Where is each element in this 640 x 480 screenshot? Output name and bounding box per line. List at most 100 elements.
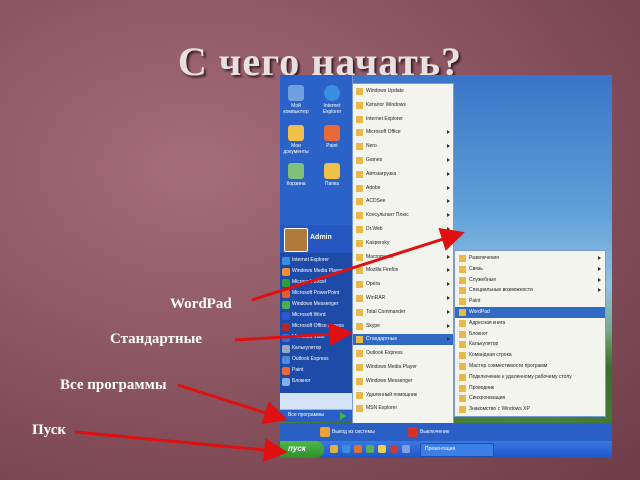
quicklaunch-icon[interactable]	[354, 445, 362, 453]
program-item-label: Стандартные	[366, 336, 398, 343]
program-item[interactable]: Консультант Плюс	[353, 210, 453, 221]
pinned-item-label: Microsoft Visio	[292, 334, 325, 340]
accessory-item[interactable]: Paint	[455, 296, 605, 307]
pinned-item-label: Microsoft Word	[292, 312, 326, 318]
program-item[interactable]: Автозагрузка	[353, 169, 453, 180]
desktop-icon-label: Папка	[324, 181, 340, 187]
pinned-item[interactable]: Microsoft Visio	[282, 332, 350, 343]
accessory-icon	[459, 255, 466, 262]
program-item[interactable]: Total Commander	[353, 307, 453, 318]
program-item[interactable]: ACDSee	[353, 196, 453, 207]
pinned-item[interactable]: Microsoft Word	[282, 310, 350, 321]
desktop-icon-label: Мои документы	[283, 143, 309, 155]
pinned-item[interactable]: Paint	[282, 365, 350, 376]
pinned-item[interactable]: Блокнот	[282, 376, 350, 387]
program-item[interactable]: WinRAR	[353, 293, 453, 304]
user-tile[interactable]: Admin	[280, 225, 352, 253]
all-programs-button[interactable]: Все программы	[280, 409, 352, 422]
accessory-item-label: Подключение к удаленному рабочему столу	[469, 373, 572, 380]
logoff-button[interactable]: Выход из системы	[320, 427, 382, 438]
program-folder-icon	[356, 253, 363, 261]
chevron-right-icon	[598, 266, 601, 271]
pinned-item[interactable]: Microsoft Excel	[282, 277, 350, 288]
accessory-item[interactable]: WordPad	[455, 307, 605, 318]
paint-icon[interactable]	[324, 125, 340, 141]
accessory-item[interactable]: Адресная книга	[455, 318, 605, 329]
program-item[interactable]: Каталог Windows	[353, 100, 453, 111]
accessory-icon	[459, 319, 466, 327]
accessory-item-label: WordPad	[469, 309, 490, 315]
program-item[interactable]: Macromedia	[353, 252, 453, 263]
logoff-bar: Выход из системы Выключение	[280, 423, 612, 441]
program-folder-icon	[356, 281, 363, 289]
program-item[interactable]: Kaspersky	[353, 238, 453, 249]
pinned-item[interactable]: Internet Explorer	[282, 255, 350, 266]
program-item[interactable]: Nero	[353, 141, 453, 152]
program-item[interactable]: Windows Media Player	[353, 362, 453, 373]
program-item[interactable]: Microsoft Office	[353, 127, 453, 138]
accessory-item[interactable]: Связь	[455, 264, 605, 275]
accessory-item[interactable]: Служебные	[455, 275, 605, 286]
ie-icon[interactable]	[324, 85, 340, 101]
chevron-right-icon	[447, 171, 450, 176]
accessory-item[interactable]: Знакомство с Windows XP	[455, 404, 605, 415]
computer-icon[interactable]	[288, 85, 304, 101]
program-item-label: Windows Messenger	[366, 377, 413, 384]
program-item-label: Nero	[366, 143, 377, 150]
pinned-item[interactable]: Windows Messenger	[282, 299, 350, 310]
accessory-item[interactable]: Командная строка	[455, 350, 605, 361]
folder-icon[interactable]	[324, 163, 340, 179]
chevron-right-icon	[447, 158, 450, 162]
accessory-item[interactable]: Подключение к удаленному рабочему столу	[455, 372, 605, 383]
quicklaunch-icon[interactable]	[330, 445, 338, 453]
chevron-right-icon	[598, 277, 601, 282]
program-item[interactable]: Opera	[353, 279, 453, 290]
program-item[interactable]: Dr.Web	[353, 224, 453, 235]
accessory-item[interactable]: Специальные возможности	[455, 285, 605, 296]
pinned-item[interactable]: Outlook Express	[282, 354, 350, 365]
shutdown-button[interactable]: Выключение	[408, 427, 468, 438]
program-item[interactable]: MSN Explorer	[353, 403, 453, 414]
taskbar-item[interactable]: Презентация	[420, 443, 494, 457]
accessory-item[interactable]: Развлечения	[455, 253, 605, 264]
pinned-item[interactable]: Калькулятор	[282, 343, 350, 354]
program-item[interactable]: Games	[353, 155, 453, 166]
chevron-right-icon	[447, 240, 450, 245]
program-item[interactable]: Windows Messenger	[353, 376, 453, 387]
program-item-label: Adobe	[366, 184, 381, 191]
start-button[interactable]: пуск	[280, 441, 324, 458]
program-item[interactable]: Удаленный помощник	[353, 390, 453, 401]
pinned-item[interactable]: Microsoft PowerPoint	[282, 288, 350, 299]
pinned-item[interactable]: Microsoft Office Access	[282, 321, 350, 332]
accessory-item[interactable]: Калькулятор	[455, 339, 605, 350]
shutdown-label: Выключение	[420, 429, 450, 435]
accessory-item[interactable]: Синхронизация	[455, 393, 605, 404]
recycle-icon[interactable]	[288, 163, 304, 179]
folder-icon[interactable]	[288, 125, 304, 141]
program-item-label: Macromedia	[366, 253, 394, 260]
accessory-item[interactable]: Проводник	[455, 383, 605, 394]
taskbar: пуск Презентация	[280, 441, 612, 458]
program-item[interactable]: Outlook Express	[353, 348, 453, 359]
program-folder-icon	[356, 226, 363, 233]
program-item-label: Total Commander	[366, 308, 406, 315]
program-item[interactable]: Windows Update	[353, 86, 453, 97]
program-item[interactable]: Mozilla Firefox	[353, 265, 453, 276]
program-item[interactable]: Adobe	[353, 183, 453, 194]
program-item[interactable]: Стандартные	[353, 334, 453, 346]
accessory-item[interactable]: Мастер совместимости программ	[455, 361, 605, 372]
quicklaunch-icon[interactable]	[390, 445, 398, 453]
accessory-item-label: Адресная книга	[469, 319, 506, 326]
quicklaunch-icon[interactable]	[342, 445, 350, 453]
quicklaunch-icon[interactable]	[402, 445, 410, 453]
program-item-label: MSN Explorer	[366, 405, 398, 412]
quicklaunch-icon[interactable]	[378, 445, 386, 453]
program-item[interactable]: Internet Explorer	[353, 114, 453, 125]
program-item[interactable]: Skype	[353, 321, 453, 332]
accessory-item[interactable]: Блокнот	[455, 329, 605, 340]
quicklaunch-icon[interactable]	[366, 445, 374, 453]
accessory-icon	[459, 406, 466, 414]
program-item-label: Каталог Windows	[366, 101, 406, 108]
pinned-item[interactable]: Windows Media Player	[282, 266, 350, 277]
program-item-label: Windows Update	[366, 88, 404, 94]
